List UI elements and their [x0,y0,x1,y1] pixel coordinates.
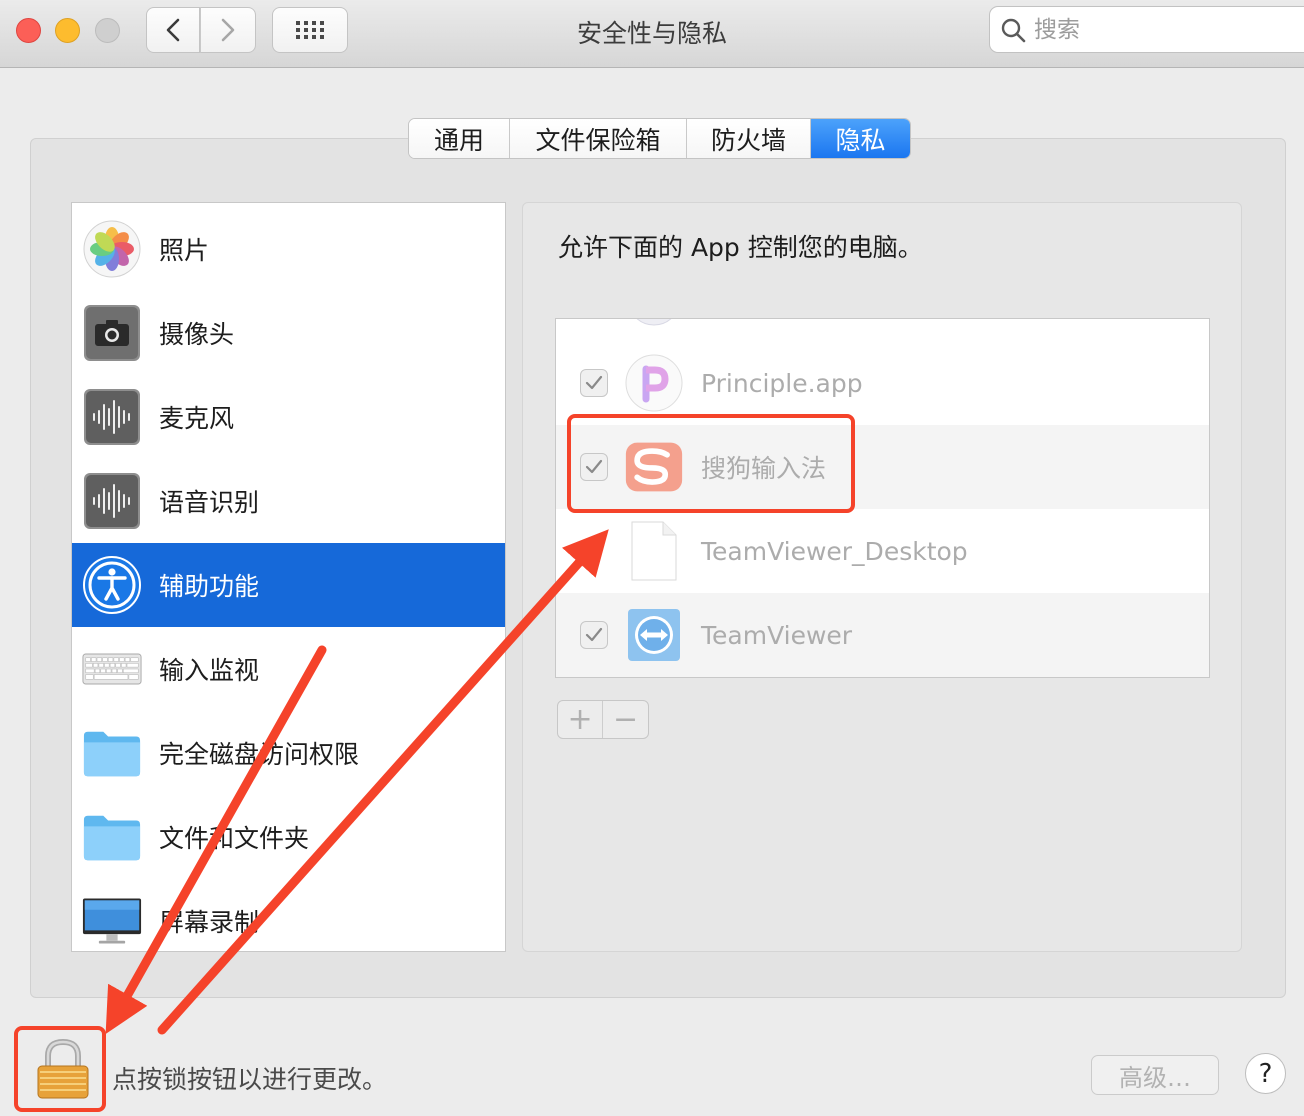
app-name: TeamViewer [701,620,853,650]
close-window-button[interactable] [16,18,41,43]
pane-description: 允许下面的 App 控制您的电脑。 [558,233,923,262]
search-input[interactable] [1034,16,1284,43]
sidebar-item-label: 语音识别 [159,488,260,517]
app-checkbox[interactable] [580,369,608,397]
sidebar-item-microphone[interactable]: 麦克风 [72,375,505,459]
list-item[interactable]: TeamViewer [556,593,1209,677]
annotation-highlight-app [567,414,855,513]
tab-filevault[interactable]: 文件保险箱 [510,119,687,158]
sidebar-item-label: 辅助功能 [159,572,260,601]
sidebar-item-label: 摄像头 [159,320,235,349]
sidebar-item-screen-recording[interactable]: 屏幕录制 [72,879,505,951]
advanced-button[interactable]: 高级… [1091,1055,1219,1095]
sidebar-item-files-and-folders[interactable]: 文件和文件夹 [72,795,505,879]
search-icon [1001,18,1026,42]
keyboard-icon [82,639,142,699]
privacy-category-list[interactable]: 照片 摄像头 麦克风 语音识别 辅助功能 输入监视 完全磁盘访问权限 文件和文件… [71,202,506,952]
folder-icon [82,807,142,867]
tab-firewall[interactable]: 防火墙 [687,119,811,158]
sidebar-item-label: 屏幕录制 [159,908,260,937]
show-all-button[interactable] [272,7,348,53]
accessibility-icon [82,555,142,615]
tab-privacy[interactable]: 隐私 [811,119,910,158]
sidebar-item-label: 文件和文件夹 [159,824,310,853]
add-remove-control: + − [557,700,649,739]
sidebar-item-input-monitoring[interactable]: 输入监视 [72,627,505,711]
generic-document-icon [624,521,684,581]
sidebar-item-camera[interactable]: 摄像头 [72,291,505,375]
list-item[interactable]: Principle.app [556,341,1209,425]
sidebar-item-accessibility[interactable]: 辅助功能 [72,543,505,627]
title-bar: 安全性与隐私 [0,0,1304,68]
app-name: Principle.app [701,368,863,398]
sidebar-item-label: 照片 [159,236,210,265]
camera-icon [82,303,142,363]
display-icon [82,891,142,951]
microphone-icon [82,387,142,447]
app-icon [624,319,684,329]
tab-bar: 通用 文件保险箱 防火墙 隐私 [408,118,911,159]
checkmark-icon [585,627,603,642]
teamviewer-icon [624,605,684,665]
chevron-right-icon [221,18,235,42]
app-checkbox[interactable] [580,621,608,649]
sidebar-item-photos[interactable]: 照片 [72,207,505,291]
app-name: TeamViewer_Desktop [701,536,968,566]
sidebar-item-label: 输入监视 [159,656,260,685]
sidebar-item-speech-recognition[interactable]: 语音识别 [72,459,505,543]
speech-recognition-icon [82,471,142,531]
list-item [556,319,1209,341]
principle-app-icon [624,353,684,413]
zoom-window-button[interactable] [95,18,120,43]
sidebar-item-label: 麦克风 [159,404,235,433]
forward-button[interactable] [200,7,256,53]
sidebar-item-full-disk-access[interactable]: 完全磁盘访问权限 [72,711,505,795]
annotation-highlight-lock [14,1026,106,1112]
chevron-left-icon [166,18,180,42]
minimize-window-button[interactable] [55,18,80,43]
search-field[interactable] [989,6,1304,53]
checkmark-icon [585,375,603,390]
tab-general[interactable]: 通用 [409,119,510,158]
help-button[interactable]: ? [1245,1053,1286,1094]
photos-icon [82,219,142,279]
remove-app-button[interactable]: − [603,701,648,738]
sidebar-item-label: 完全磁盘访问权限 [159,740,360,769]
list-item[interactable]: TeamViewer_Desktop [556,509,1209,593]
lock-instruction: 点按锁按钮以进行更改。 [112,1065,388,1094]
add-app-button[interactable]: + [558,701,604,738]
show-all-grid-icon [296,21,324,39]
folder-icon [82,723,142,783]
back-button[interactable] [146,7,200,53]
